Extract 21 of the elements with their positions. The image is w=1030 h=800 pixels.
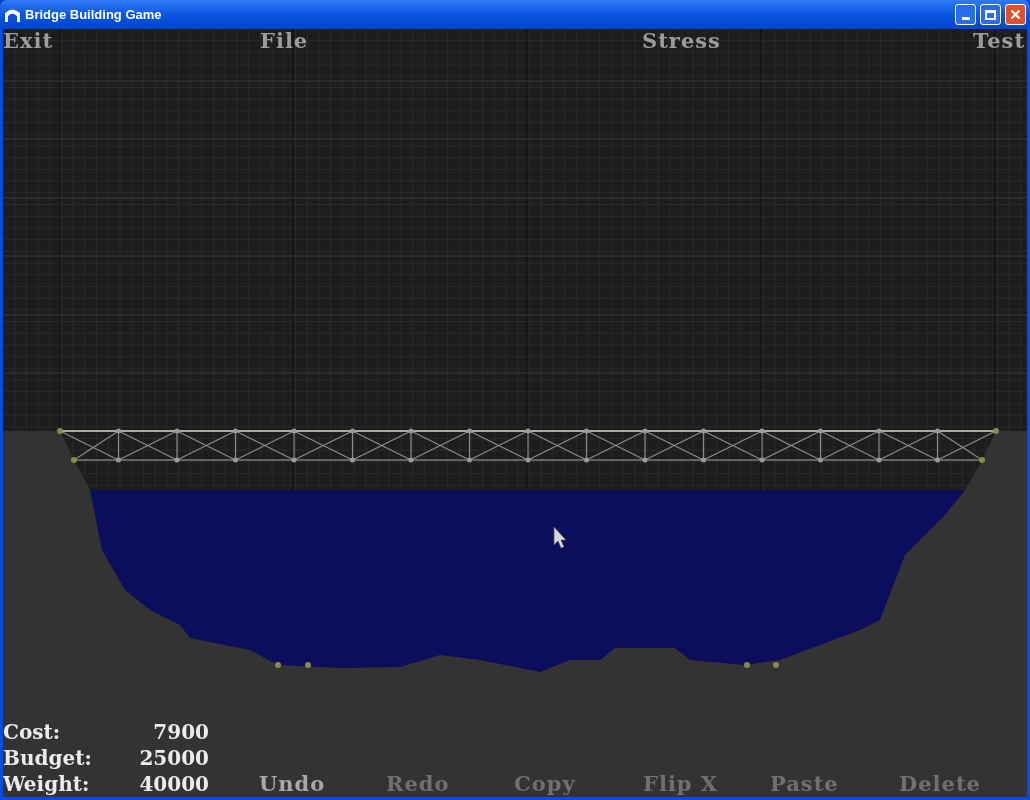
stat-value: 7900 [153, 719, 209, 745]
mouse-pointer-icon [553, 526, 567, 549]
stat-label: Cost: [3, 719, 61, 745]
close-icon [1010, 9, 1021, 20]
stat-value: 40000 [139, 771, 209, 797]
menu-item[interactable]: Stress [642, 29, 721, 53]
anchor-point [305, 662, 311, 668]
anchor-point [275, 662, 281, 668]
close-button[interactable] [1005, 4, 1026, 25]
minimize-button[interactable] [955, 4, 976, 25]
menu-item[interactable]: Exit [3, 29, 54, 53]
maximize-button[interactable] [980, 4, 1001, 25]
anchor-point [744, 662, 750, 668]
edit-tool-button[interactable]: Undo [259, 771, 326, 797]
window-title: Bridge Building Game [25, 5, 163, 24]
stat-value: 25000 [139, 745, 209, 771]
menu-item[interactable]: Test [973, 29, 1026, 53]
stat-label: Weight: [3, 771, 90, 797]
anchor-point [773, 662, 779, 668]
menu-item[interactable]: File [260, 29, 309, 53]
stat-label: Budget: [3, 745, 92, 771]
